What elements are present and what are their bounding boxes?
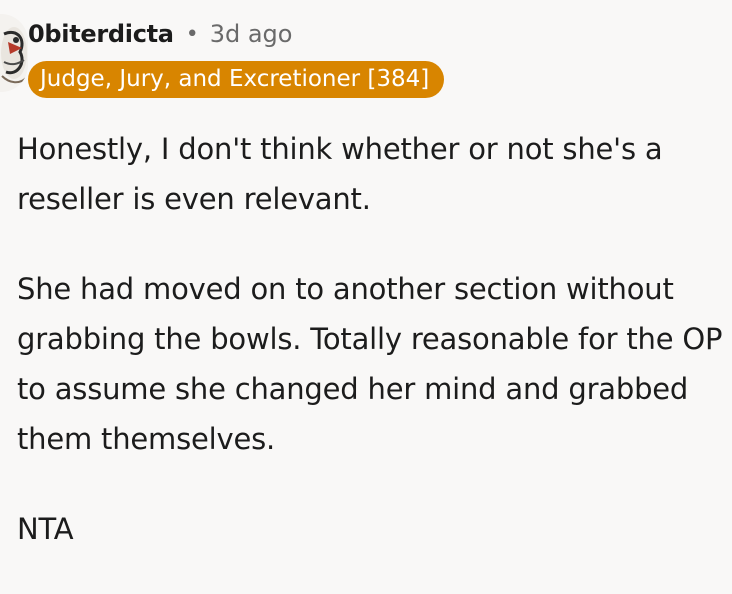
comment: 0biterdicta • 3d ago Judge, Jury, and Ex… [0,0,732,550]
comment-timestamp[interactable]: 3d ago [210,20,293,48]
username-link[interactable]: 0biterdicta [28,20,174,48]
meta-separator: • [185,21,199,47]
user-avatar-icon[interactable] [0,14,28,92]
user-flair-badge: Judge, Jury, and Excretioner [384] [28,61,445,98]
comment-paragraph: Honestly, I don't think whether or not s… [17,132,663,216]
comment-paragraph: She had moved on to another section with… [17,272,723,456]
comment-body: Honestly, I don't think whether or not s… [17,124,732,594]
comment-paragraph: NTA [17,512,74,546]
comment-meta: 0biterdicta • 3d ago [28,14,292,54]
